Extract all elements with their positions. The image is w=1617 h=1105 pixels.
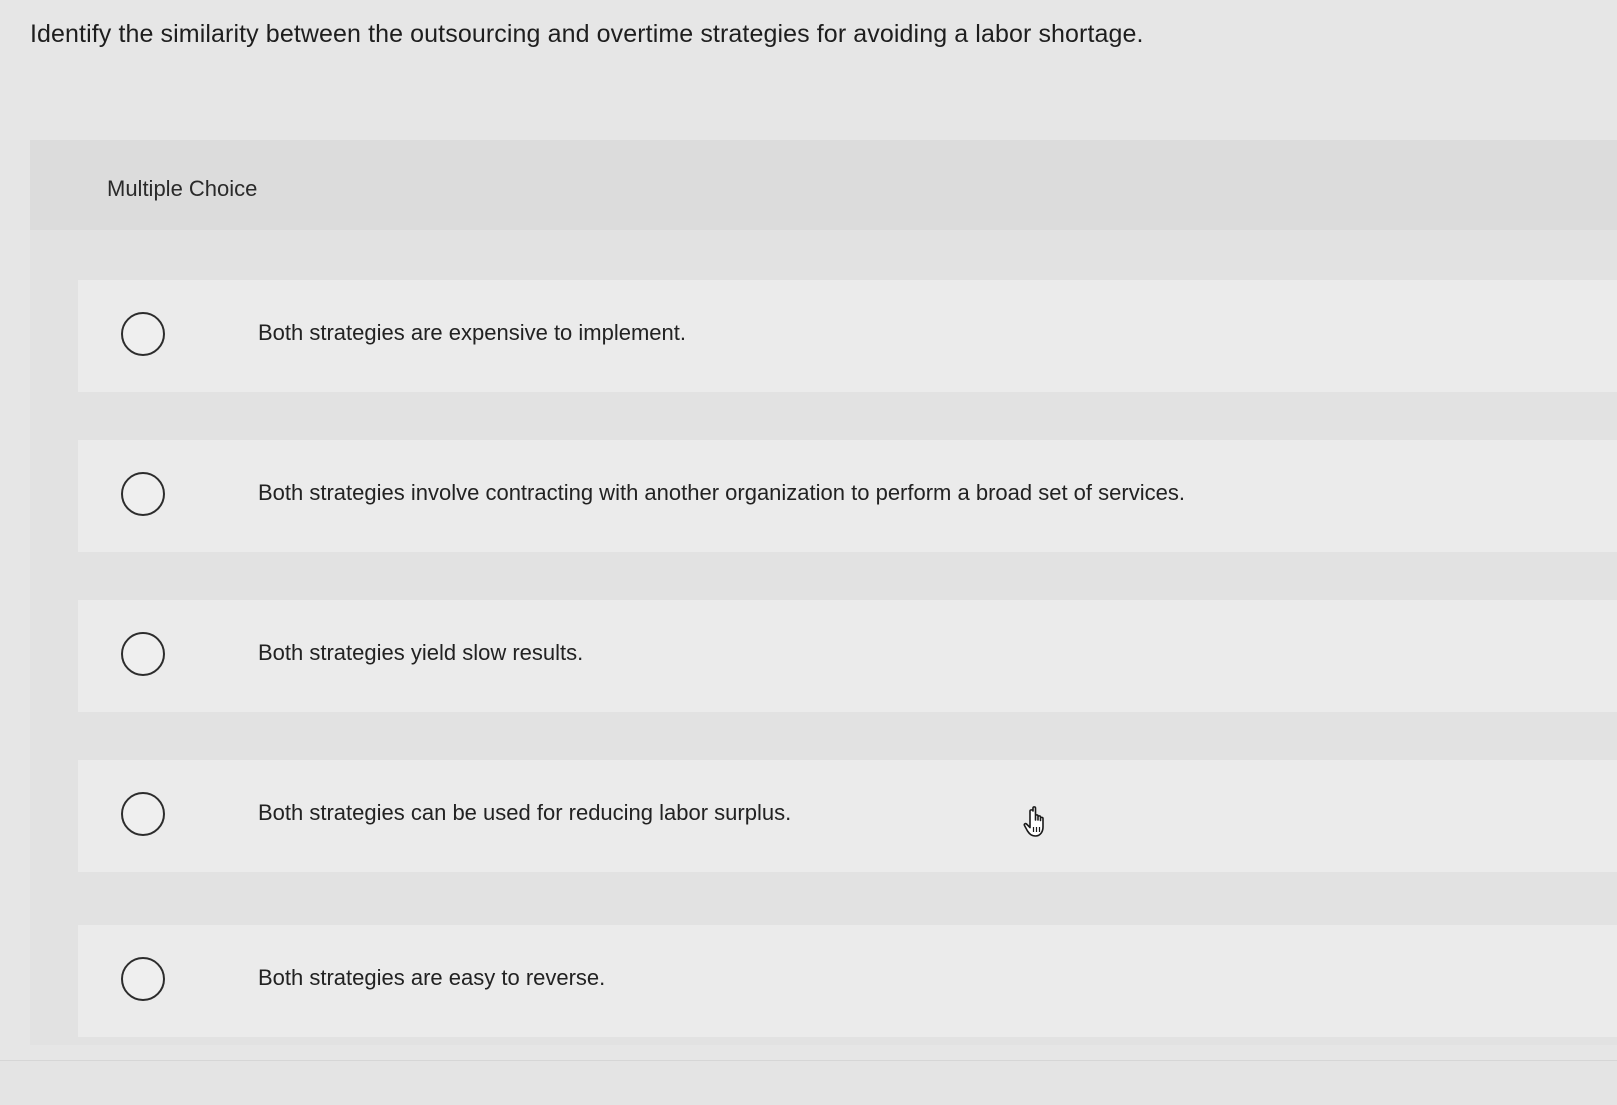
option-label[interactable]: Both strategies involve contracting with…: [258, 480, 1185, 506]
multiple-choice-panel: Multiple Choice Both strategies are expe…: [30, 140, 1617, 1045]
radio-circle-icon[interactable]: [121, 957, 165, 1001]
radio-circle-icon[interactable]: [121, 472, 165, 516]
hand-pointer-icon: [1022, 805, 1052, 839]
question-text: Identify the similarity between the outs…: [30, 20, 1144, 48]
radio-circle-icon[interactable]: [121, 632, 165, 676]
option-5[interactable]: Both strategies are easy to reverse.: [78, 925, 1617, 1037]
option-4[interactable]: Both strategies can be used for reducing…: [78, 760, 1617, 872]
radio-circle-icon[interactable]: [121, 312, 165, 356]
option-label[interactable]: Both strategies are easy to reverse.: [258, 965, 605, 991]
panel-header: Multiple Choice: [30, 140, 1617, 230]
bottom-bar: [0, 1060, 1617, 1105]
option-3[interactable]: Both strategies yield slow results.: [78, 600, 1617, 712]
option-2[interactable]: Both strategies involve contracting with…: [78, 440, 1617, 552]
radio-circle-icon[interactable]: [121, 792, 165, 836]
option-label[interactable]: Both strategies are expensive to impleme…: [258, 320, 686, 346]
panel-label: Multiple Choice: [107, 176, 258, 201]
option-label[interactable]: Both strategies yield slow results.: [258, 640, 583, 666]
option-1[interactable]: Both strategies are expensive to impleme…: [78, 280, 1617, 392]
option-label[interactable]: Both strategies can be used for reducing…: [258, 800, 791, 826]
